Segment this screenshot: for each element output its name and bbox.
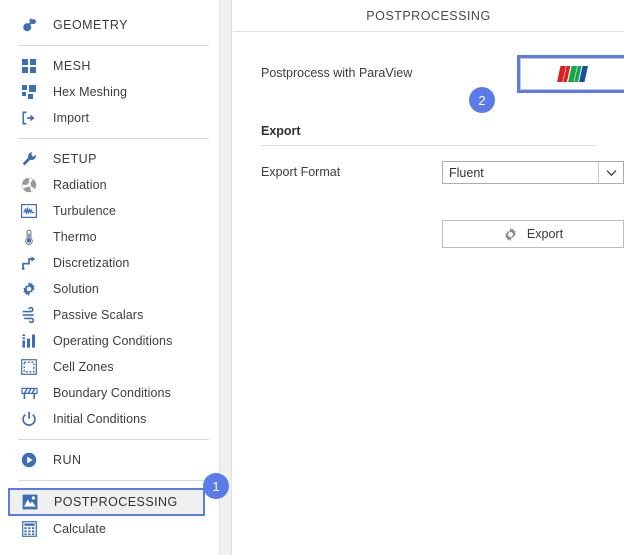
sidebar-group-postprocessing: POSTPROCESSING Calculate — [0, 488, 219, 542]
sidebar-item-label: POSTPROCESSING — [54, 495, 178, 509]
bar-chart-icon — [18, 331, 40, 351]
application-window: GEOMETRY MESH Hex Meshing Import SETUP R… — [0, 0, 624, 555]
sidebar-item-label: Calculate — [53, 522, 107, 536]
image-mountain-icon — [19, 492, 41, 512]
turbulence-waveform-icon — [18, 201, 40, 221]
power-icon — [18, 409, 40, 429]
sidebar-group-run: RUN — [0, 447, 219, 473]
thermometer-icon — [18, 227, 40, 247]
postprocess-paraview-label: Postprocess with ParaView — [261, 66, 413, 80]
sidebar-item-label: Turbulence — [53, 204, 117, 218]
dashed-square-icon — [18, 357, 40, 377]
export-format-select[interactable]: Fluent — [442, 161, 624, 184]
sidebar-navigation: GEOMETRY MESH Hex Meshing Import SETUP R… — [0, 0, 219, 555]
sidebar-item-passive-scalars[interactable]: Passive Scalars — [0, 302, 219, 328]
sidebar-item-run[interactable]: RUN — [0, 447, 219, 473]
sidebar-item-radiation[interactable]: Radiation — [0, 172, 219, 198]
sidebar-item-label: Cell Zones — [53, 360, 114, 374]
radiation-icon — [18, 175, 40, 195]
hex-meshing-icon — [18, 82, 40, 102]
sidebar-item-import[interactable]: Import — [0, 105, 219, 131]
sidebar-item-label: Discretization — [53, 256, 130, 270]
sidebar-item-postprocessing[interactable]: POSTPROCESSING — [8, 488, 205, 516]
export-section-heading: Export — [261, 124, 301, 138]
sidebar-item-boundary-conditions[interactable]: Boundary Conditions — [0, 380, 219, 406]
postprocess-paraview-row: Postprocess with ParaView — [261, 55, 624, 95]
sidebar-item-setup[interactable]: SETUP — [0, 146, 219, 172]
sidebar-item-label: Operating Conditions — [53, 334, 173, 348]
sidebar-item-label: Passive Scalars — [53, 308, 144, 322]
sidebar-divider — [18, 480, 209, 481]
sidebar-item-hex-meshing[interactable]: Hex Meshing — [0, 79, 219, 105]
sidebar-item-calculate[interactable]: Calculate — [0, 516, 219, 542]
main-panel: POSTPROCESSING Postprocess with ParaView — [233, 0, 624, 555]
export-format-row: Export Format Fluent — [261, 161, 624, 185]
mesh-grid-icon — [18, 56, 40, 76]
sidebar-item-label: Boundary Conditions — [53, 386, 171, 400]
panel-splitter[interactable] — [219, 0, 232, 555]
postprocess-with-paraview-button[interactable] — [520, 58, 624, 90]
sidebar-item-discretization[interactable]: Discretization — [0, 250, 219, 276]
step-badge-1: 1 — [203, 473, 229, 499]
sidebar-item-operating-conditions[interactable]: Operating Conditions — [0, 328, 219, 354]
sidebar-item-label: GEOMETRY — [53, 18, 128, 32]
sidebar-group-setup: SETUP Radiation Turbulence Thermo Discre… — [0, 146, 219, 432]
play-circle-icon — [18, 450, 40, 470]
sidebar-item-geometry[interactable]: GEOMETRY — [0, 12, 219, 38]
chevron-down-icon[interactable] — [598, 162, 623, 183]
paraview-logo-icon — [554, 65, 592, 83]
discretization-steps-icon — [18, 253, 40, 273]
calculator-icon — [18, 519, 40, 539]
sidebar-item-initial-conditions[interactable]: Initial Conditions — [0, 406, 219, 432]
wind-icon — [18, 305, 40, 325]
import-arrow-icon — [18, 108, 40, 128]
panel-body: Postprocess with ParaView Export Export … — [233, 55, 624, 248]
wrench-icon — [18, 149, 40, 169]
export-format-value: Fluent — [449, 165, 484, 180]
sidebar-group-mesh: MESH Hex Meshing Import — [0, 53, 219, 131]
step-badge-2: 2 — [469, 87, 495, 113]
sidebar-item-label: RUN — [53, 453, 82, 467]
sidebar-item-turbulence[interactable]: Turbulence — [0, 198, 219, 224]
paraview-button-highlight — [517, 55, 624, 93]
gear-icon — [18, 279, 40, 299]
geometry-icon — [18, 15, 40, 35]
page-title: POSTPROCESSING — [366, 9, 491, 23]
sidebar-item-cell-zones[interactable]: Cell Zones — [0, 354, 219, 380]
sidebar-item-label: Radiation — [53, 178, 107, 192]
sidebar-divider — [18, 138, 209, 139]
sidebar-divider — [18, 45, 209, 46]
sidebar-item-label: Initial Conditions — [53, 412, 147, 426]
sidebar-item-label: Solution — [53, 282, 99, 296]
sidebar-item-thermo[interactable]: Thermo — [0, 224, 219, 250]
sidebar-item-label: SETUP — [53, 152, 97, 166]
sidebar-divider — [18, 439, 209, 440]
sidebar-item-label: Thermo — [53, 230, 97, 244]
export-section-divider — [261, 145, 596, 146]
sidebar-item-label: Hex Meshing — [53, 85, 128, 99]
export-button-label: Export — [526, 227, 564, 241]
sidebar-item-label: Import — [53, 111, 90, 125]
sidebar-item-mesh[interactable]: MESH — [0, 53, 219, 79]
sidebar-group-geometry: GEOMETRY — [0, 0, 219, 38]
title-divider — [233, 31, 624, 32]
export-button-row: Export — [261, 220, 624, 248]
export-format-label: Export Format — [261, 165, 341, 179]
sidebar-item-label: MESH — [53, 59, 91, 73]
sidebar-item-solution[interactable]: Solution — [0, 276, 219, 302]
barrier-icon — [18, 383, 40, 403]
gear-icon — [503, 227, 518, 242]
export-button[interactable]: Export — [442, 220, 624, 248]
